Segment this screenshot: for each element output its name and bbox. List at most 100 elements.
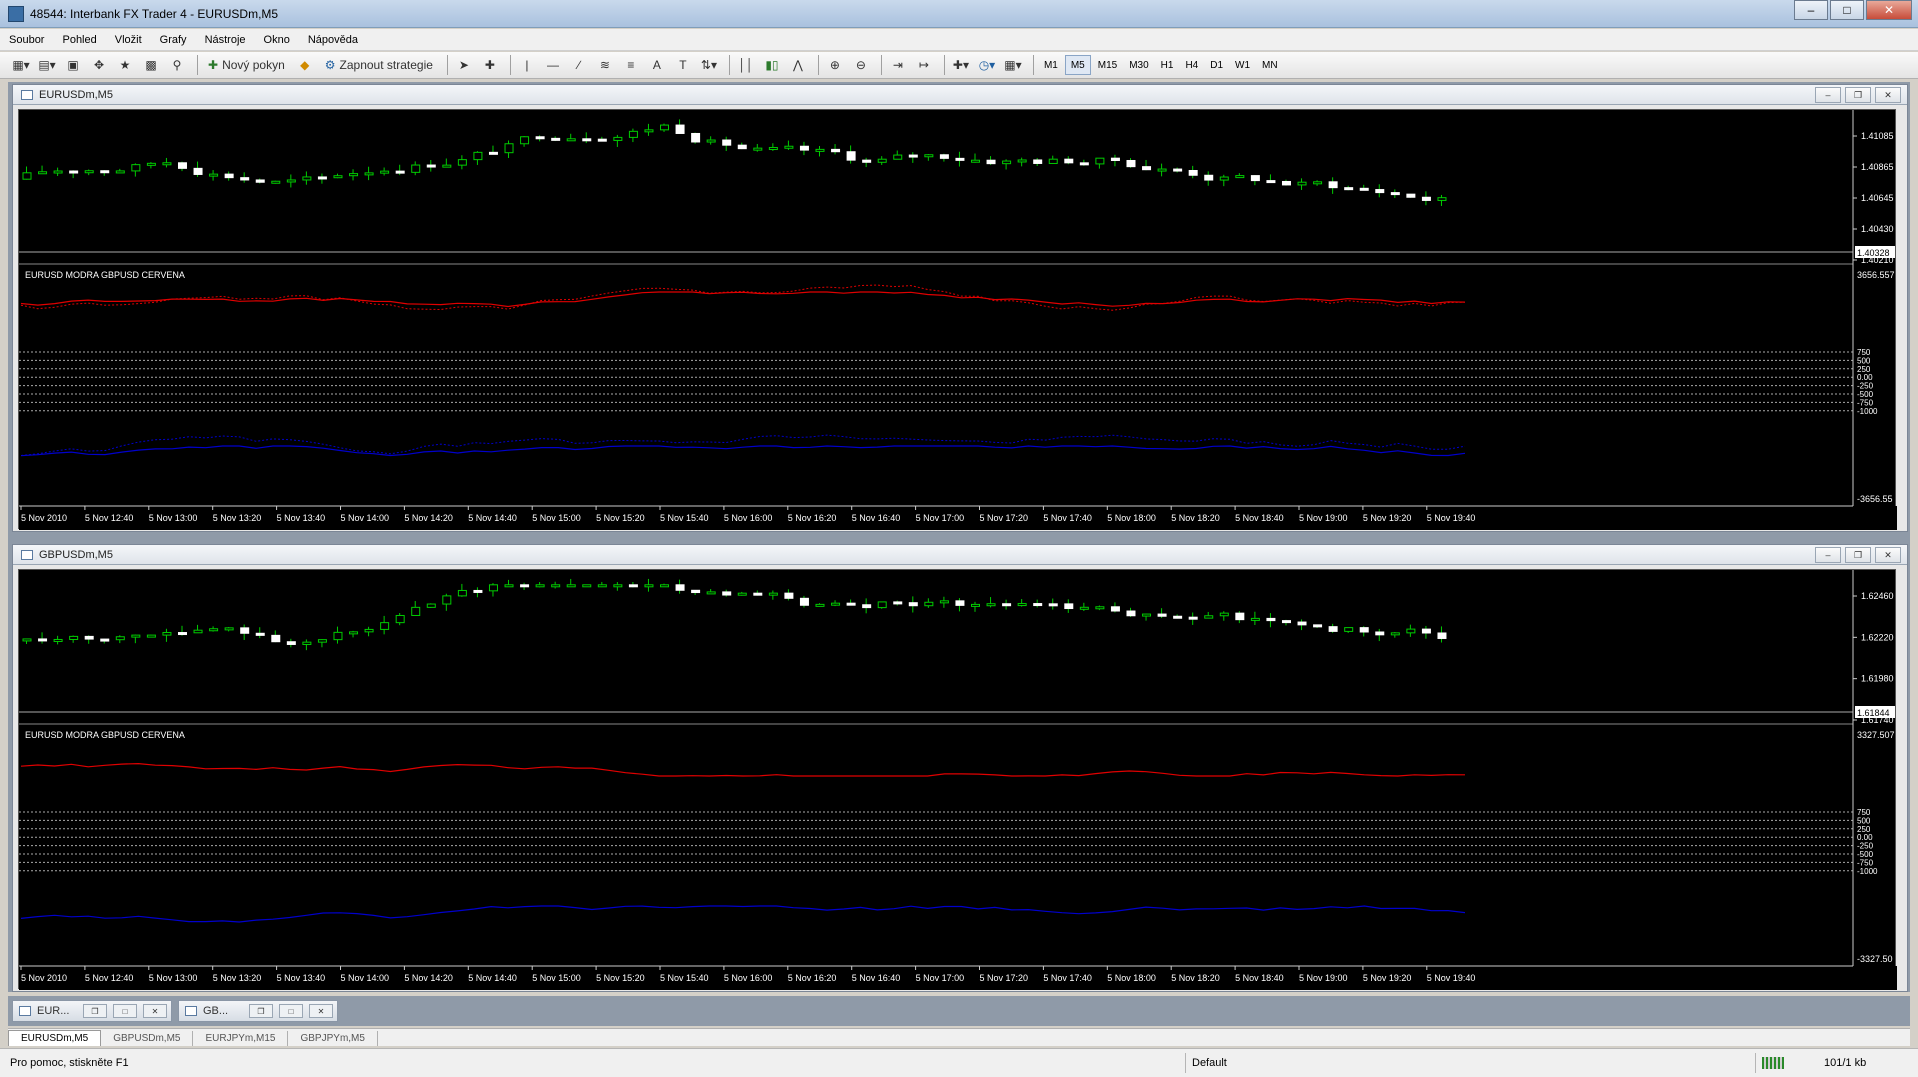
new-chart-icon[interactable]: ▦▾ — [10, 54, 32, 76]
text-icon[interactable]: A — [646, 54, 668, 76]
candle — [1235, 612, 1245, 621]
channel-icon[interactable]: ≋ — [594, 54, 616, 76]
timeframe-h1[interactable]: H1 — [1156, 55, 1179, 75]
chart-restore-button[interactable]: ❐ — [1845, 547, 1871, 563]
strategies-button[interactable]: ⚙ Zapnout strategie — [320, 54, 438, 76]
candle — [970, 603, 980, 607]
terminal-icon[interactable]: ▩ — [140, 54, 162, 76]
tab-gbpjpym-m5[interactable]: GBPJPYm,M5 — [288, 1031, 378, 1046]
chart-close-button[interactable]: ✕ — [1875, 547, 1901, 563]
minimize-button[interactable]: – — [1794, 0, 1828, 20]
restore-button[interactable]: ❐ — [249, 1004, 273, 1018]
timeframe-m1[interactable]: M1 — [1039, 55, 1063, 75]
chart-minimize-button[interactable]: – — [1815, 547, 1841, 563]
candle — [380, 622, 390, 630]
candle — [1219, 176, 1229, 181]
chart-window-controls: – ❐ ✕ — [1811, 87, 1901, 103]
tab-gbpusdm-m5[interactable]: GBPUSDm,M5 — [101, 1031, 194, 1046]
menu-nastroje[interactable]: Nástroje — [196, 34, 255, 46]
fibonacci-icon[interactable]: ≡ — [620, 54, 642, 76]
trendline-icon[interactable]: ∕ — [568, 54, 590, 76]
candle — [411, 164, 421, 173]
zoom-in-icon[interactable]: ⊕ — [824, 54, 846, 76]
candle — [1002, 603, 1012, 607]
candle — [893, 154, 903, 160]
candle — [1048, 158, 1058, 164]
candle — [1375, 631, 1385, 636]
periods-icon[interactable]: ◷▾ — [976, 54, 998, 76]
menu-napoveda[interactable]: Nápověda — [299, 34, 367, 46]
candle — [177, 632, 187, 636]
line-chart-icon[interactable]: ⋀ — [787, 54, 809, 76]
timeframe-d1[interactable]: D1 — [1205, 55, 1228, 75]
tab-eurusdm-m5[interactable]: EURUSDm,M5 — [8, 1030, 102, 1046]
cursor-icon[interactable]: ➤ — [453, 54, 475, 76]
indicators-icon[interactable]: ✚▾ — [950, 54, 972, 76]
candle — [240, 627, 250, 634]
maximize-button[interactable]: □ — [279, 1004, 303, 1018]
restore-button[interactable]: ❐ — [83, 1004, 107, 1018]
menu-vlozit[interactable]: Vložit — [106, 34, 151, 46]
chart-svg[interactable]: 1.403281.410851.408651.406451.404301.402… — [19, 110, 1897, 530]
vertical-line-icon[interactable]: | — [516, 54, 538, 76]
menu-pohled[interactable]: Pohled — [53, 34, 105, 46]
crosshair-icon[interactable]: ✚ — [479, 54, 501, 76]
market-watch-icon[interactable]: ▣ — [62, 54, 84, 76]
chart-minimize-button[interactable]: – — [1815, 87, 1841, 103]
chart-restore-button[interactable]: ❐ — [1845, 87, 1871, 103]
metaeditor-icon[interactable]: ◆ — [294, 54, 316, 76]
chart-area[interactable]: 1.61844 1.62460 1.62220 1.61980 1.61740 EURUS… — [18, 569, 1897, 990]
menu-bar: Soubor Pohled Vložit Grafy Nástroje Okno… — [0, 29, 1918, 51]
menu-okno[interactable]: Okno — [255, 34, 299, 46]
close-button[interactable]: ✕ — [309, 1004, 333, 1018]
new-order-button[interactable]: ✚ Nový pokyn — [203, 54, 290, 76]
candle — [1064, 603, 1074, 610]
horizontal-line-icon[interactable]: — — [542, 54, 564, 76]
candle — [224, 627, 234, 631]
templates-icon[interactable]: ▦▾ — [1002, 54, 1024, 76]
timeframe-m30[interactable]: M30 — [1124, 55, 1153, 75]
time-axis-label: 5 Nov 15:40 — [660, 973, 709, 983]
tester-icon[interactable]: ⚲ — [166, 54, 188, 76]
maximize-button[interactable]: □ — [113, 1004, 137, 1018]
tab-eurjpym-m15[interactable]: EURJPYm,M15 — [193, 1031, 289, 1046]
time-axis-label: 5 Nov 16:20 — [788, 513, 837, 523]
arrows-icon[interactable]: ⇅▾ — [698, 54, 720, 76]
chart-svg[interactable]: 1.618441.624601.622201.619801.61740EURUS… — [19, 570, 1897, 990]
candle — [566, 584, 576, 588]
maximize-button[interactable]: □ — [1830, 0, 1864, 20]
profiles-icon[interactable]: ▤▾ — [36, 54, 58, 76]
close-button[interactable]: ✕ — [143, 1004, 167, 1018]
time-axis-label: 5 Nov 15:00 — [532, 973, 581, 983]
candle — [317, 639, 327, 643]
menu-grafy[interactable]: Grafy — [151, 34, 196, 46]
chart-window-gbpusd[interactable]: GBPUSDm,M5 – ❐ ✕ 1.61844 1.62460 1.62220 1.… — [12, 544, 1908, 992]
chart-window-title-bar: EURUSDm,M5 – ❐ ✕ — [13, 85, 1907, 105]
eurusd-blue-line — [20, 905, 1466, 923]
menu-soubor[interactable]: Soubor — [0, 34, 53, 46]
close-button[interactable]: ✕ — [1866, 0, 1912, 20]
indicator-label: EURUSD MODRA GBPUSD CERVENA — [25, 270, 185, 280]
minimized-window-gb[interactable]: GB... ❐ □ ✕ — [178, 1000, 338, 1022]
timeframe-h4[interactable]: H4 — [1180, 55, 1203, 75]
autoscroll-icon[interactable]: ⇥ — [887, 54, 909, 76]
timeframe-m5[interactable]: M5 — [1064, 55, 1091, 75]
level-label: -1000 — [1857, 867, 1878, 876]
chart-shift-icon[interactable]: ↦ — [913, 54, 935, 76]
candle — [1173, 615, 1183, 619]
chart-area[interactable]: 1.40328 1.41085 1.40865 1.40645 1.40430 1.402… — [18, 109, 1897, 530]
timeframe-m15[interactable]: M15 — [1093, 55, 1122, 75]
candle — [271, 180, 281, 184]
candlestick-icon[interactable]: ▮▯ — [761, 54, 783, 76]
timeframe-w1[interactable]: W1 — [1230, 55, 1255, 75]
zoom-out-icon[interactable]: ⊖ — [850, 54, 872, 76]
chart-window-eurusd[interactable]: EURUSDm,M5 – ❐ ✕ 1.40328 1.41085 1.40865 1.… — [12, 84, 1908, 532]
navigator-icon[interactable]: ✥ — [88, 54, 110, 76]
minimized-window-eur[interactable]: EUR... ❐ □ ✕ — [12, 1000, 172, 1022]
bar-chart-icon[interactable]: ││ — [735, 54, 757, 76]
candle — [753, 147, 763, 151]
timeframe-mn[interactable]: MN — [1257, 55, 1283, 75]
text-label-icon[interactable]: T — [672, 54, 694, 76]
data-window-icon[interactable]: ★ — [114, 54, 136, 76]
chart-close-button[interactable]: ✕ — [1875, 87, 1901, 103]
